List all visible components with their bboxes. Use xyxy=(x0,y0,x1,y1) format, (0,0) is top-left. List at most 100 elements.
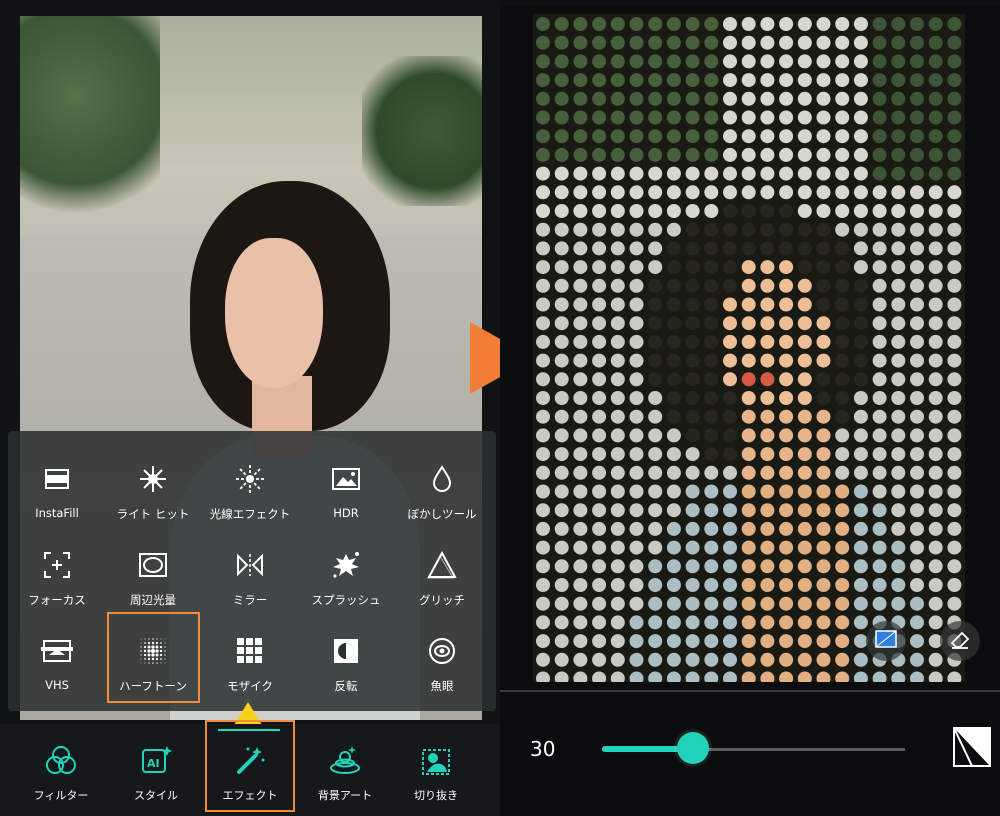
halftone-dot xyxy=(610,73,625,88)
halftone-dot xyxy=(872,204,887,218)
halftone-dot xyxy=(910,484,924,499)
halftone-dot xyxy=(760,409,775,424)
halftone-dot xyxy=(704,671,719,682)
halftone-dot xyxy=(704,297,719,312)
halftone-dot xyxy=(741,596,756,611)
halftone-dot xyxy=(573,278,588,293)
halftone-dot xyxy=(910,54,924,69)
eraser-button[interactable] xyxy=(940,621,980,661)
tool-focus[interactable]: フォーカス xyxy=(9,528,105,608)
halftone-dot xyxy=(610,110,625,125)
halftone-dot xyxy=(872,73,887,88)
halftone-dot xyxy=(704,166,719,181)
halftone-dot xyxy=(723,428,737,443)
halftone-dot xyxy=(573,129,588,144)
tab-background-art[interactable]: 背景アート xyxy=(300,724,390,816)
halftone-dot xyxy=(610,35,625,50)
halftone-dot xyxy=(685,73,700,88)
halftone-dot xyxy=(536,540,550,555)
halftone-dot xyxy=(891,166,906,181)
halftone-dot xyxy=(741,54,756,69)
tool-hdr[interactable]: HDR xyxy=(298,442,394,522)
compare-button[interactable] xyxy=(950,722,996,772)
halftone-dot xyxy=(872,428,887,443)
halftone-dot xyxy=(704,634,719,649)
halftone-dot xyxy=(573,91,588,106)
slider-knob[interactable] xyxy=(676,732,709,764)
halftone-dot xyxy=(666,596,681,611)
halftone-dot xyxy=(704,447,719,462)
halftone-dot xyxy=(723,409,737,424)
halftone-dot xyxy=(666,17,681,31)
halftone-dot xyxy=(910,222,924,237)
halftone-dot xyxy=(779,372,794,387)
tab-style[interactable]: AI スタイル xyxy=(111,724,201,816)
halftone-dot xyxy=(816,35,831,50)
halftone-dot xyxy=(554,521,569,536)
halftone-dot xyxy=(573,671,588,682)
halftone-dot xyxy=(704,110,719,125)
halftone-dot xyxy=(760,634,775,649)
halftone-dot xyxy=(648,316,663,331)
halftone-dot xyxy=(685,578,700,592)
halftone-dot xyxy=(573,260,588,275)
halftone-dot xyxy=(835,17,850,31)
tab-cutout[interactable]: 切り抜き xyxy=(391,724,481,816)
left-screen: InstaFill ライト ヒット 光線エフェクト HDR ぼかしツール フォー… xyxy=(0,0,500,816)
halftone-dot xyxy=(704,91,719,106)
tool-vignette[interactable]: 周辺光量 xyxy=(105,528,201,608)
halftone-dot xyxy=(610,428,625,443)
halftone-dot xyxy=(648,73,663,88)
halftone-dot xyxy=(704,35,719,50)
halftone-dot xyxy=(704,185,719,200)
halftone-dot xyxy=(685,129,700,144)
halftone-dot xyxy=(891,503,906,518)
tool-instafill[interactable]: InstaFill xyxy=(9,442,105,522)
halftone-dot xyxy=(947,578,962,592)
tool-glitch[interactable]: グリッチ xyxy=(394,528,490,608)
halftone-dot xyxy=(592,428,607,443)
halftone-dot xyxy=(610,652,625,667)
tool-light-hit[interactable]: ライト ヒット xyxy=(105,442,201,522)
halftone-dot xyxy=(723,447,737,462)
halftone-dot xyxy=(741,260,756,275)
tool-fisheye[interactable]: 魚眼 xyxy=(394,614,490,694)
brush-mode-button[interactable] xyxy=(866,621,906,661)
halftone-dot xyxy=(536,73,550,88)
tool-vhs[interactable]: VHS xyxy=(9,614,105,694)
halftone-dot xyxy=(891,241,906,256)
halftone-dot xyxy=(853,465,868,480)
tool-mirror[interactable]: ミラー xyxy=(202,528,298,608)
halftone-dot xyxy=(536,334,550,349)
halftone-dot xyxy=(779,17,794,31)
halftone-dot xyxy=(554,185,569,200)
halftone-dot xyxy=(704,353,719,368)
halftone-dot xyxy=(629,17,644,31)
halftone-dot xyxy=(610,278,625,293)
halftone-dot xyxy=(797,559,812,574)
halftone-dot xyxy=(704,465,719,480)
halftone-dot xyxy=(816,260,831,275)
halftone-dot xyxy=(629,54,644,69)
tool-light-ray[interactable]: 光線エフェクト xyxy=(202,442,298,522)
halftone-dot xyxy=(760,260,775,275)
halftone-dot xyxy=(685,91,700,106)
tab-filter[interactable]: フィルター xyxy=(16,724,106,816)
halftone-dot xyxy=(910,334,924,349)
halftone-dot xyxy=(816,316,831,331)
halftone-dot xyxy=(610,503,625,518)
halftone-dot xyxy=(928,17,943,31)
halftone-dot xyxy=(741,521,756,536)
compare-split-icon xyxy=(950,727,996,776)
tool-blur[interactable]: ぼかしツール xyxy=(394,442,490,522)
tool-mosaic[interactable]: モザイク xyxy=(202,614,298,694)
halftone-dot xyxy=(648,260,663,275)
top-status-strip xyxy=(500,0,1000,6)
halftone-dot xyxy=(853,484,868,499)
halftone-dot xyxy=(797,503,812,518)
tool-label: 反転 xyxy=(334,679,358,693)
halftone-dot xyxy=(723,391,737,405)
tool-invert[interactable]: 反転 xyxy=(298,614,394,694)
halftone-dot xyxy=(797,353,812,368)
tool-splash[interactable]: スプラッシュ xyxy=(298,528,394,608)
